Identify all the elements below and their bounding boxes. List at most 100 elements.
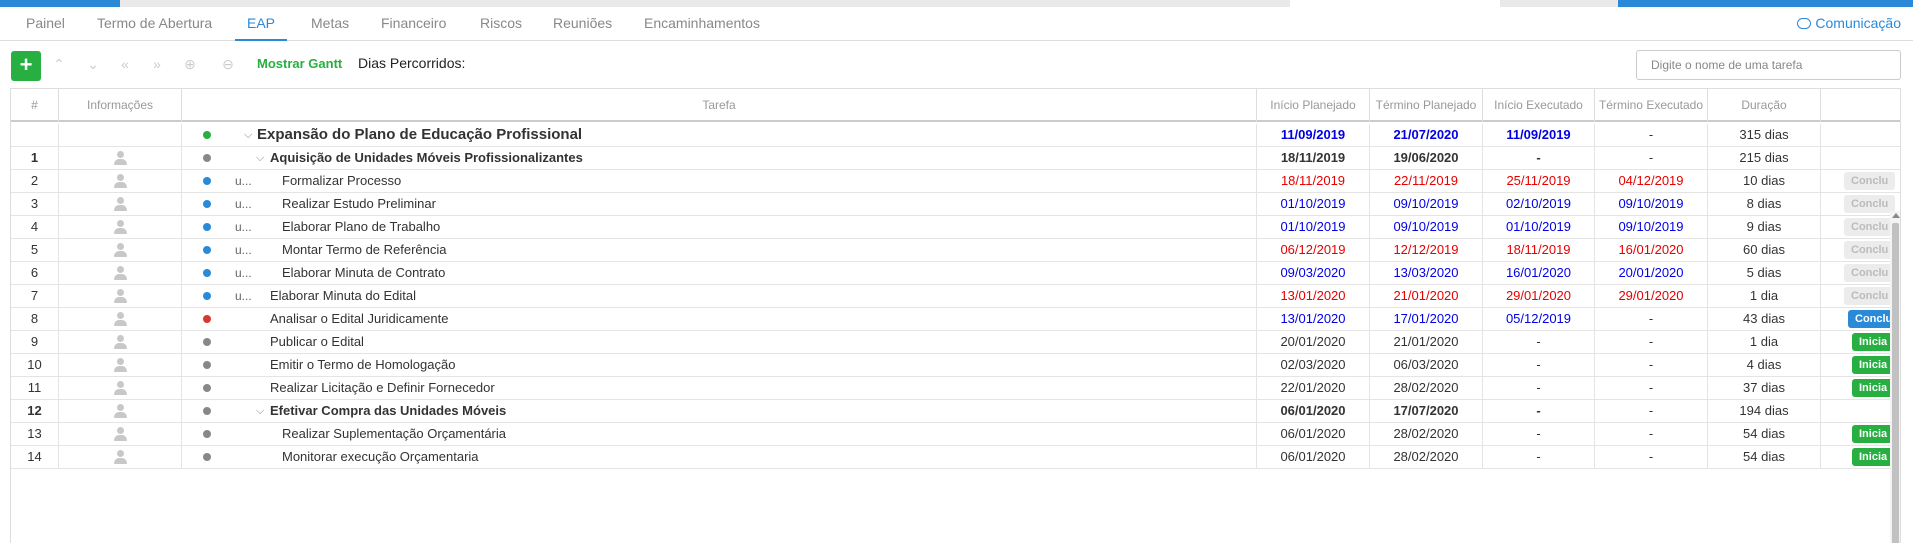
- row-info: [59, 193, 182, 216]
- complete-task-button[interactable]: Conclu: [1844, 218, 1896, 236]
- row-task[interactable]: Monitorar execução Orçamentaria: [182, 446, 1257, 469]
- row-task[interactable]: Analisar o Edital Juridicamente: [182, 308, 1257, 331]
- task-name: Monitorar execução Orçamentaria: [282, 449, 479, 464]
- chevron-down-icon[interactable]: ⌵: [244, 124, 252, 146]
- table-row[interactable]: 2 u... Formalizar Processo 18/11/2019 22/11/…: [11, 170, 1900, 193]
- row-actions: Inicia: [1821, 423, 1900, 446]
- complete-task-button[interactable]: Conclu: [1844, 264, 1896, 282]
- table-row[interactable]: 1 ⌵ Aquisição de Unidades Móveis Profissio…: [11, 147, 1900, 170]
- table-row[interactable]: 8 Analisar o Edital Juridicamente 13/01/20…: [11, 308, 1900, 331]
- row-actions: [1821, 400, 1900, 423]
- table-row[interactable]: 7 u... Elaborar Minuta do Edital 13/01/2020…: [11, 285, 1900, 308]
- row-task[interactable]: u... Elaborar Minuta de Contrato: [182, 262, 1257, 285]
- complete-task-button[interactable]: Conclu: [1844, 287, 1896, 305]
- executed-start: -: [1483, 423, 1595, 446]
- complete-task-button[interactable]: Conclu: [1844, 195, 1896, 213]
- row-task[interactable]: Emitir o Termo de Homologação: [182, 354, 1257, 377]
- move-down-icon[interactable]: ⌄: [84, 54, 102, 74]
- complete-task-button[interactable]: Conclu: [1844, 241, 1896, 259]
- chevron-down-icon[interactable]: ⌵: [256, 147, 264, 169]
- table-row[interactable]: 3 u... Realizar Estudo Preliminar 01/10/201…: [11, 193, 1900, 216]
- communication-link[interactable]: Comunicação: [1797, 7, 1901, 41]
- table-row[interactable]: 12 ⌵ Efetivar Compra das Unidades Móveis 06…: [11, 400, 1900, 423]
- table-row[interactable]: 14 Monitorar execução Orçamentaria 06/01/2…: [11, 446, 1900, 469]
- row-task[interactable]: u... Elaborar Minuta do Edital: [182, 285, 1257, 308]
- row-info: [59, 308, 182, 331]
- tab-reunioes[interactable]: Reuniões: [541, 7, 624, 41]
- executed-end: 29/01/2020: [1595, 285, 1708, 308]
- row-task[interactable]: Publicar o Edital: [182, 331, 1257, 354]
- row-info: [59, 262, 182, 285]
- row-task[interactable]: Realizar Licitação e Definir Fornecedor: [182, 377, 1257, 400]
- tab-riscos[interactable]: Riscos: [468, 7, 534, 41]
- status-dot-icon: [203, 200, 211, 208]
- tab-painel[interactable]: Painel: [14, 7, 77, 41]
- duration: 1 dia: [1708, 285, 1821, 308]
- task-name: Realizar Licitação e Definir Fornecedor: [270, 380, 495, 395]
- row-task[interactable]: ⌵ Expansão do Plano de Educação Profissio…: [182, 124, 1257, 147]
- status-dot-icon: [203, 315, 211, 323]
- row-actions: Inicia: [1821, 354, 1900, 377]
- header-executed-start: Início Executado: [1483, 89, 1595, 122]
- zoom-in-icon[interactable]: ⊕: [181, 54, 199, 74]
- row-task[interactable]: ⌵ Aquisição de Unidades Móveis Profission…: [182, 147, 1257, 170]
- row-task[interactable]: ⌵ Efetivar Compra das Unidades Móveis: [182, 400, 1257, 423]
- add-task-button[interactable]: +: [11, 51, 41, 81]
- tab-encaminhamentos[interactable]: Encaminhamentos: [632, 7, 772, 41]
- executed-end: -: [1595, 377, 1708, 400]
- start-task-button[interactable]: Inicia: [1852, 425, 1895, 443]
- complete-task-button[interactable]: Conclu: [1844, 172, 1896, 190]
- duration: 37 dias: [1708, 377, 1821, 400]
- status-dot-icon: [203, 407, 211, 415]
- tab-termo-de-abertura[interactable]: Termo de Abertura: [85, 7, 224, 41]
- table-row[interactable]: 10 Emitir o Termo de Homologação 02/03/202…: [11, 354, 1900, 377]
- row-task[interactable]: u... Realizar Estudo Preliminar: [182, 193, 1257, 216]
- task-name: Efetivar Compra das Unidades Móveis: [270, 403, 507, 418]
- table-row[interactable]: 4 u... Elaborar Plano de Trabalho 01/10/201…: [11, 216, 1900, 239]
- header-executed-end: Término Executado: [1595, 89, 1708, 122]
- show-gantt-button[interactable]: Mostrar Gantt: [257, 56, 342, 71]
- start-task-button[interactable]: Inicia: [1852, 379, 1895, 397]
- move-up-icon[interactable]: ⌃: [50, 54, 68, 74]
- table-row[interactable]: 5 u... Montar Termo de Referência 06/12/201…: [11, 239, 1900, 262]
- start-task-button[interactable]: Inicia: [1852, 333, 1895, 351]
- chevron-down-icon[interactable]: ⌵: [256, 400, 264, 422]
- tab-metas[interactable]: Metas: [299, 7, 361, 41]
- planned-end: 22/11/2019: [1370, 170, 1483, 193]
- duration: 194 dias: [1708, 400, 1821, 423]
- table-row[interactable]: 11 Realizar Licitação e Definir Fornecedo…: [11, 377, 1900, 400]
- table-row[interactable]: 6 u... Elaborar Minuta de Contrato 09/03/20…: [11, 262, 1900, 285]
- zoom-out-icon[interactable]: ⊖: [219, 54, 237, 74]
- header-duration: Duração: [1708, 89, 1821, 122]
- table-row[interactable]: ⌵ Expansão do Plano de Educação Profissio…: [11, 124, 1900, 147]
- row-task[interactable]: u... Elaborar Plano de Trabalho: [182, 216, 1257, 239]
- duration: 4 dias: [1708, 354, 1821, 377]
- executed-end: 16/01/2020: [1595, 239, 1708, 262]
- executed-start: 18/11/2019: [1483, 239, 1595, 262]
- tab-eap[interactable]: EAP: [235, 7, 288, 41]
- outdent-icon[interactable]: «: [116, 54, 134, 74]
- row-task[interactable]: u... Montar Termo de Referência: [182, 239, 1257, 262]
- table-row[interactable]: 13 Realizar Suplementação Orçamentária 06/…: [11, 423, 1900, 446]
- scrollbar-thumb[interactable]: [1892, 223, 1899, 543]
- header-planned-start: Início Planejado: [1257, 89, 1370, 122]
- task-name: Realizar Suplementação Orçamentária: [282, 426, 506, 441]
- start-task-button[interactable]: Inicia: [1852, 356, 1895, 374]
- task-search-input[interactable]: [1636, 50, 1901, 80]
- chat-bubble-icon: [1797, 18, 1812, 29]
- scroll-up-icon[interactable]: [1892, 213, 1900, 218]
- row-number: 3: [11, 193, 59, 216]
- start-task-button[interactable]: Inicia: [1852, 448, 1895, 466]
- vertical-scrollbar[interactable]: [1890, 211, 1900, 543]
- task-name: Emitir o Termo de Homologação: [270, 357, 456, 372]
- status-dot-icon: [203, 154, 211, 162]
- row-info: [59, 400, 182, 423]
- row-task[interactable]: u... Formalizar Processo: [182, 170, 1257, 193]
- table-row[interactable]: 9 Publicar o Edital 20/01/2020 21/01/2020- -…: [11, 331, 1900, 354]
- tab-financeiro[interactable]: Financeiro: [369, 7, 458, 41]
- row-task[interactable]: Realizar Suplementação Orçamentária: [182, 423, 1257, 446]
- user-avatar-icon: [112, 196, 128, 212]
- planned-start: 01/10/2019: [1257, 216, 1370, 239]
- indent-icon[interactable]: »: [148, 54, 166, 74]
- planned-start: 01/10/2019: [1257, 193, 1370, 216]
